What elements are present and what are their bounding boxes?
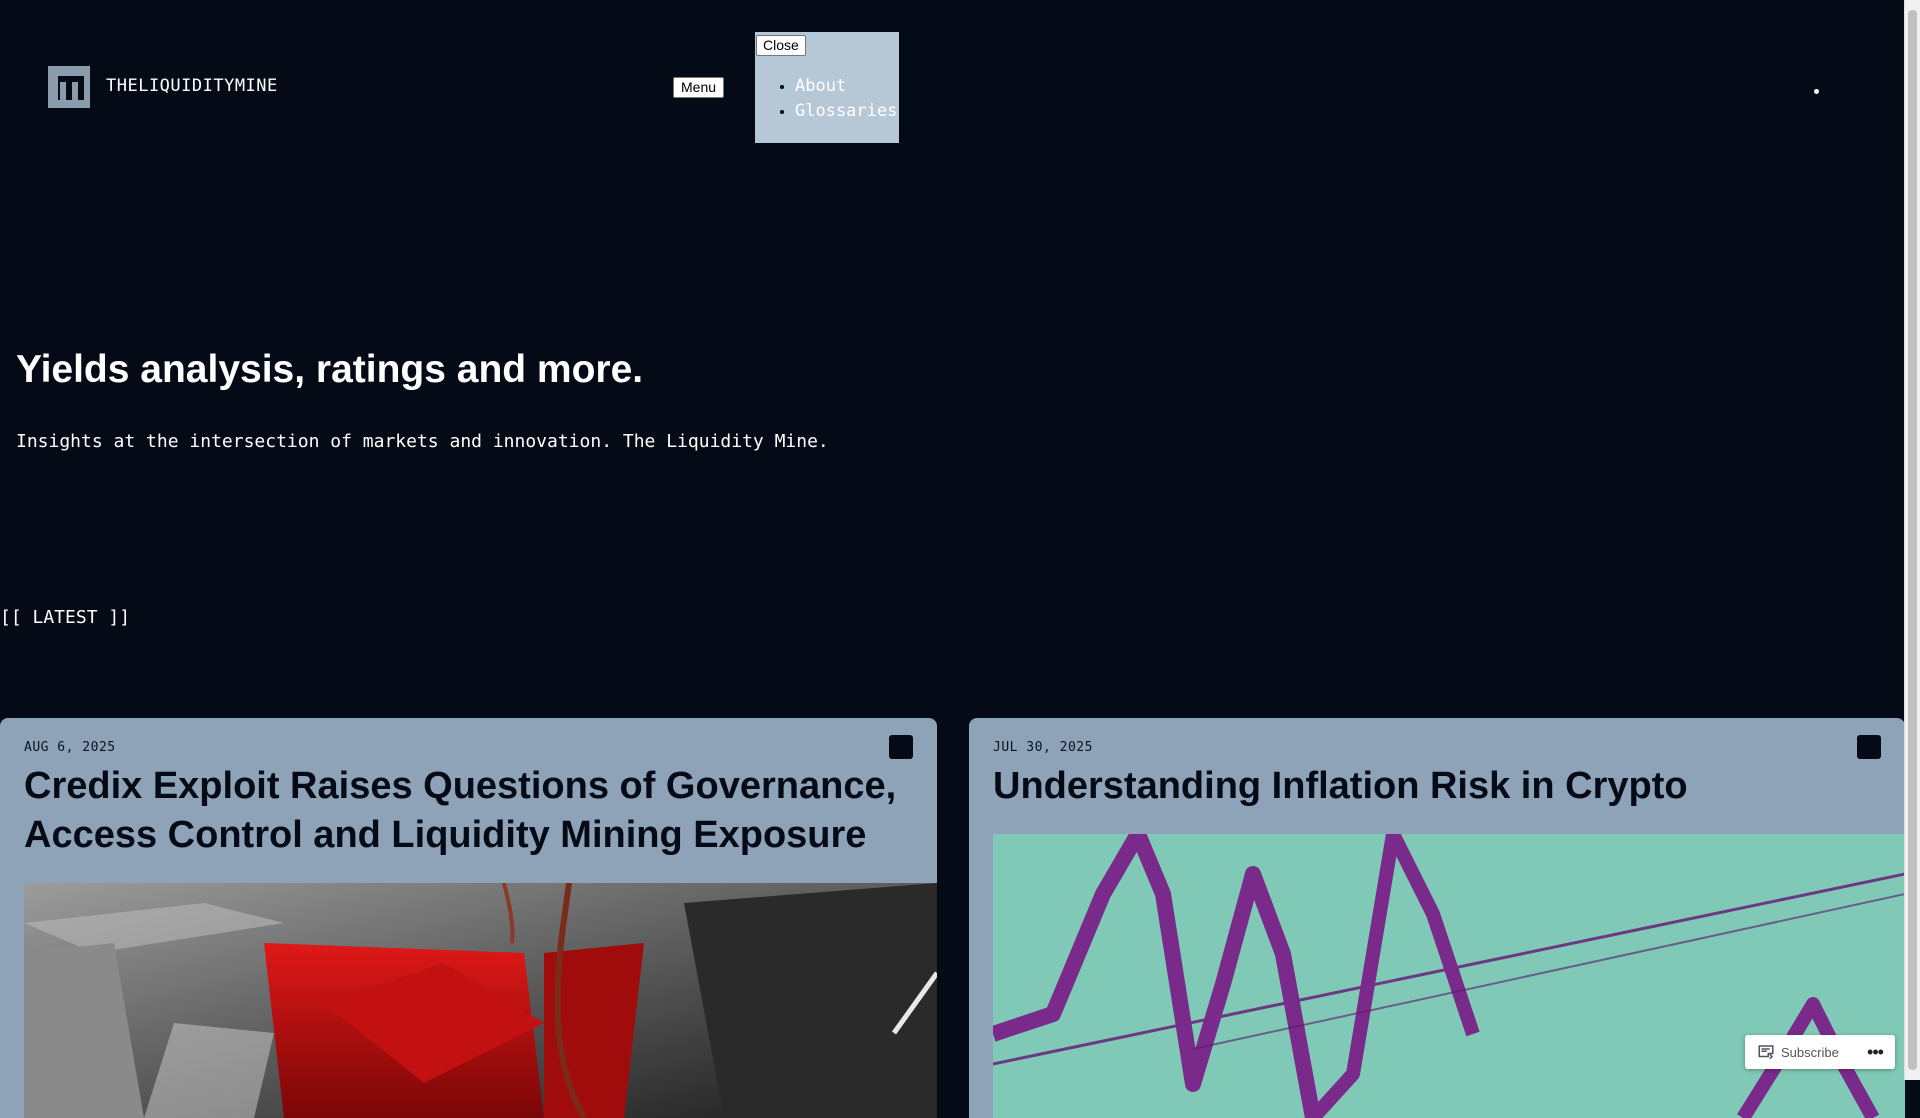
- post-format-icon: [889, 735, 913, 759]
- post-image-2: [993, 834, 1905, 1118]
- subscribe-button[interactable]: Subscribe: [1757, 1035, 1839, 1069]
- post-date: AUG 6, 2025: [24, 740, 116, 755]
- social-list-bullet: [1814, 89, 1819, 94]
- nav-link-about[interactable]: About: [795, 76, 846, 96]
- x-logo-icon: [1835, 74, 1853, 92]
- latest-section-label: [[ LATEST ]]: [0, 607, 131, 628]
- fishhook-over-red-envelopes-image[interactable]: [24, 883, 937, 1118]
- hero-title: Yields analysis, ratings and more.: [16, 348, 644, 391]
- post-card[interactable]: AUG 6, 2025 Credix Exploit Raises Questi…: [0, 718, 937, 1118]
- scrollbar-thumb[interactable]: [1908, 10, 1917, 1070]
- post-image-1: [24, 883, 937, 1118]
- purple-line-chart-on-teal-image[interactable]: [993, 834, 1905, 1118]
- site-title[interactable]: THELIQUIDITYMINE: [106, 76, 278, 96]
- post-title[interactable]: Credix Exploit Raises Questions of Gover…: [24, 762, 924, 860]
- nav-link-glossaries[interactable]: Glossaries: [795, 101, 897, 121]
- site-logo[interactable]: [48, 66, 90, 108]
- nav-item-glossaries[interactable]: Glossaries: [795, 99, 897, 124]
- nav-panel: Close About Glossaries: [755, 32, 899, 143]
- nav-item-about[interactable]: About: [795, 74, 897, 99]
- subscribe-bar: Subscribe •••: [1745, 1035, 1895, 1069]
- nav-list: About Glossaries: [755, 74, 897, 124]
- page-scrollbar[interactable]: [1904, 0, 1920, 1080]
- x-twitter-icon[interactable]: [1833, 72, 1855, 94]
- site-logo-icon: [48, 66, 90, 108]
- more-options-button[interactable]: •••: [1863, 1035, 1887, 1069]
- post-title[interactable]: Understanding Inflation Risk in Crypto: [993, 762, 1893, 811]
- menu-button[interactable]: Menu: [673, 77, 725, 98]
- post-date: JUL 30, 2025: [993, 740, 1093, 755]
- subscribe-label: Subscribe: [1781, 1044, 1839, 1060]
- close-button[interactable]: Close: [756, 35, 806, 56]
- post-format-icon: [1857, 735, 1881, 759]
- reader-icon: [1758, 1045, 1774, 1060]
- hero-subtitle: Insights at the intersection of markets …: [16, 431, 829, 452]
